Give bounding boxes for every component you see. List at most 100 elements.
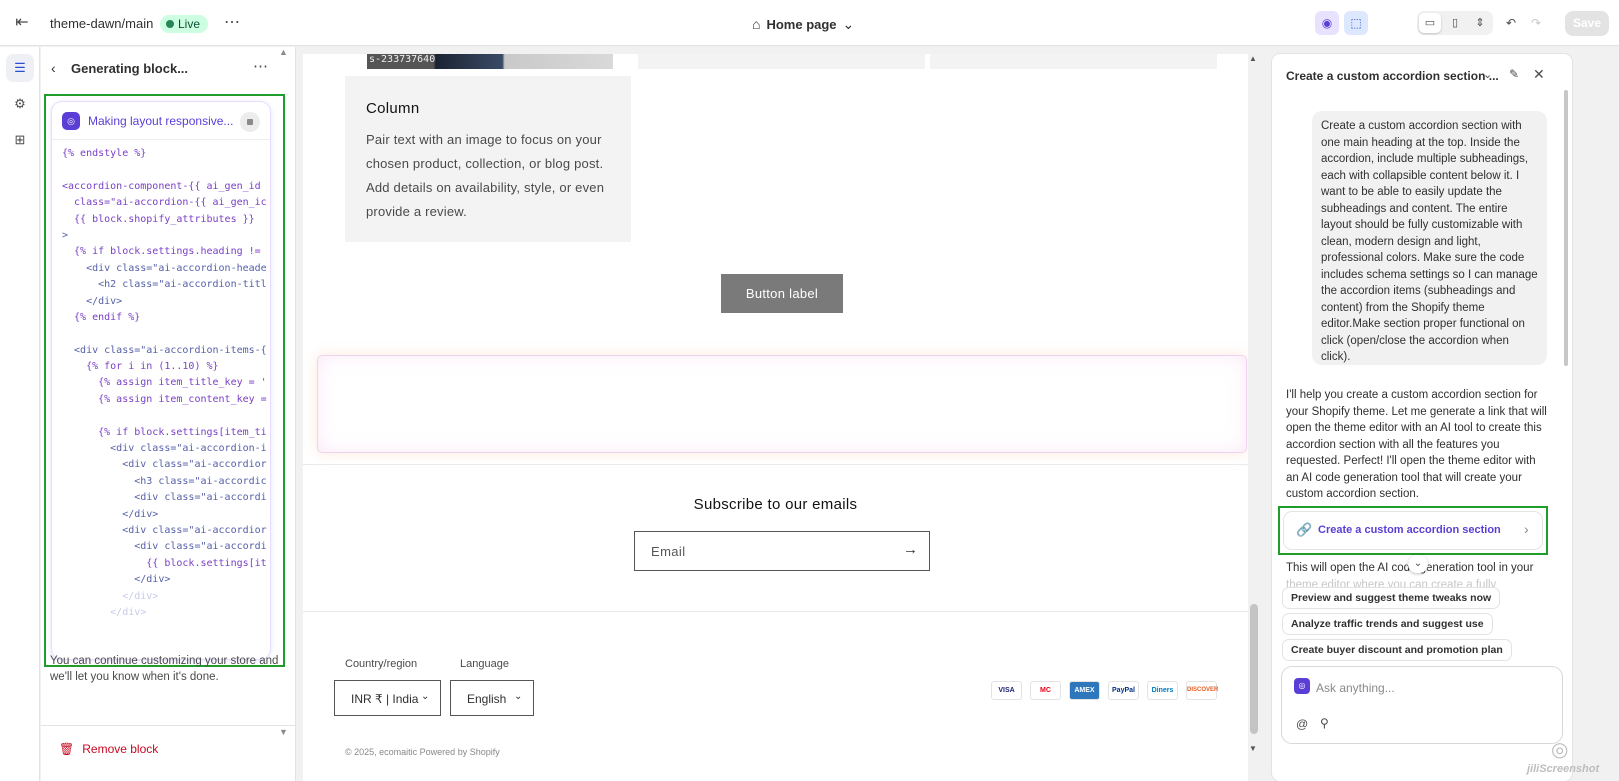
column-button[interactable]: Button label [721, 274, 843, 313]
chat-input[interactable]: ◎ Ask anything... @ ⚲ [1282, 667, 1562, 743]
chat-input-placeholder: Ask anything... [1316, 681, 1395, 695]
store-preview: s-233737640 Column Pair text with an ima… [303, 54, 1248, 781]
arrow-right-icon[interactable]: → [903, 541, 918, 558]
page-selector[interactable]: ⌂ Home page ⌄ [752, 14, 854, 34]
ai-block-placeholder[interactable] [318, 356, 1246, 452]
suggestion-chip[interactable]: Preview and suggest theme tweaks now [1283, 588, 1500, 608]
scroll-up-icon[interactable]: ▲ [279, 47, 288, 57]
save-button[interactable]: Save [1565, 11, 1609, 36]
code-line: {{ block.shopify_attributes }} [62, 213, 255, 225]
discover-icon: DISCOVER [1186, 681, 1218, 700]
suggestion-chip[interactable]: Analyze traffic trends and suggest use [1283, 614, 1492, 634]
code-line: <h2 class="ai-accordion-titl [62, 279, 267, 291]
code-line: <div class="ai-accordior [62, 524, 267, 536]
code-line: <div class="ai-accordion-i [62, 443, 267, 455]
theme-name: theme-dawn/main [50, 16, 154, 31]
apps-icon[interactable]: ⊞ [6, 126, 34, 154]
column-text: Pair text with an image to focus on your… [366, 132, 605, 219]
mobile-icon[interactable]: ▯ [1444, 13, 1466, 33]
visa-icon: VISA [991, 681, 1022, 700]
newsletter-title: Subscribe to our emails [693, 496, 858, 513]
code-line: </div> [62, 295, 123, 307]
sidebar-title: Generating block... [71, 61, 189, 76]
scroll-down-icon[interactable]: ⌄ [1408, 555, 1428, 573]
redo-icon[interactable]: ↷ [1524, 11, 1548, 35]
code-line: {% assign item_content_key = [62, 393, 267, 405]
column-title: Column [366, 100, 420, 117]
watermark-text: jiliScreenshot [1527, 763, 1600, 775]
sidebar-more-button[interactable]: ⋯ [253, 57, 269, 75]
preview-scrollbar[interactable]: ▲ ▼ [1248, 54, 1260, 781]
theme-more-button[interactable]: ⋯ [224, 12, 241, 32]
column-placeholder [930, 54, 1217, 69]
chevron-right-icon: › [1524, 521, 1529, 537]
chat-title[interactable]: Create a custom accordion section ... [1286, 69, 1499, 83]
undo-icon[interactable]: ↶ [1499, 11, 1523, 35]
payment-icons: VISA MC AMEX PayPal Diners DISCOVER [991, 681, 1218, 700]
generated-code: {% endstyle %} <accordion-component-{{ ai… [62, 146, 270, 654]
exit-icon[interactable]: ⇤ [12, 13, 32, 33]
code-line: {% for i in (1..10) %} [62, 361, 219, 373]
code-line: <h3 class="ai-accordic [62, 475, 267, 487]
new-chat-icon[interactable]: ✎ [1509, 67, 1519, 81]
inspector-icon[interactable]: ⬚ [1344, 11, 1368, 35]
language-select[interactable]: English ⌄ [450, 680, 534, 716]
chevron-down-icon[interactable]: ⌄ [1483, 68, 1492, 81]
mastercard-icon: MC [1030, 681, 1061, 700]
desktop-icon[interactable]: ▭ [1419, 13, 1441, 33]
close-icon[interactable]: ✕ [1533, 66, 1545, 83]
image-caption: s-233737640 [369, 54, 436, 65]
code-line: <div class="ai-accordion-heade [62, 262, 267, 274]
left-rail: ☰ ⚙ ⊞ [0, 47, 40, 781]
code-line: <div class="ai-accordion-items-{ [62, 344, 267, 356]
home-icon: ⌂ [752, 16, 761, 32]
code-line: {% endif %} [62, 311, 141, 323]
mention-icon[interactable]: @ [1296, 717, 1308, 731]
scroll-thumb[interactable] [1250, 604, 1258, 734]
watermark: ◎ jiliScreenshot [1527, 737, 1611, 779]
remove-block-button[interactable]: 🗑 Remove block [59, 742, 158, 756]
chevron-down-icon: ⌄ [514, 691, 523, 702]
back-icon[interactable]: ‹ [51, 60, 56, 76]
suggestion-chip[interactable]: Create buyer discount and promotion plan [1283, 640, 1511, 660]
generation-highlight: ◎ Making layout responsive... {% endstyl… [44, 94, 285, 667]
generation-note: You can continue customizing your store … [50, 655, 279, 683]
scroll-up-icon[interactable]: ▲ [1249, 54, 1257, 63]
email-placeholder: Email [651, 544, 686, 559]
sections-icon[interactable]: ☰ [6, 54, 34, 82]
ai-sidekick-icon[interactable]: ◉ [1315, 11, 1339, 35]
code-line: {% if block.settings.heading != [62, 246, 261, 258]
block-sidebar: ‹ Generating block... ⋯ ▲ ◎ Making layou… [41, 47, 296, 781]
fullscreen-icon[interactable]: ⇕ [1469, 13, 1491, 33]
code-line: </div> [62, 508, 159, 520]
remove-block-label: Remove block [82, 742, 159, 756]
code-line: </div> [62, 606, 147, 618]
live-badge: Live [160, 15, 209, 33]
multicolumn-card[interactable]: Column Pair text with an image to focus … [345, 76, 631, 242]
scroll-down-icon[interactable]: ▼ [1249, 744, 1257, 753]
country-label: Country/region [345, 658, 418, 670]
amex-icon: AMEX [1069, 681, 1100, 700]
stop-generation-button[interactable] [240, 112, 260, 132]
link-highlight: 🔗 Create a custom accordion section › [1278, 506, 1548, 555]
top-bar: ⇤ theme-dawn/main Live ⋯ ⌂ Home page ⌄ ◉… [0, 0, 1619, 46]
code-line: class="ai-accordion-{{ ai_gen_ic [62, 197, 267, 209]
watermark-logo-icon: ◎ [1551, 739, 1569, 761]
code-line: <div class="ai-accordi [62, 492, 267, 504]
chevron-down-icon: ⌄ [421, 691, 430, 702]
sidekick-chat-panel: Create a custom accordion section ... ⌄ … [1272, 54, 1572, 781]
create-accordion-link[interactable]: 🔗 Create a custom accordion section › [1284, 512, 1542, 549]
divider [303, 464, 1248, 465]
code-line: </div> [62, 590, 159, 602]
code-line: <div class="ai-accordior [62, 459, 267, 471]
settings-icon[interactable]: ⚙ [6, 90, 34, 118]
divider [303, 611, 1248, 612]
email-input[interactable]: Email → [634, 531, 930, 571]
attach-icon[interactable]: ⚲ [1320, 716, 1329, 730]
country-select[interactable]: INR ₹ | India ⌄ [334, 680, 441, 716]
ai-logo-icon: ◎ [1294, 678, 1310, 694]
chat-scrollbar[interactable] [1564, 90, 1568, 366]
